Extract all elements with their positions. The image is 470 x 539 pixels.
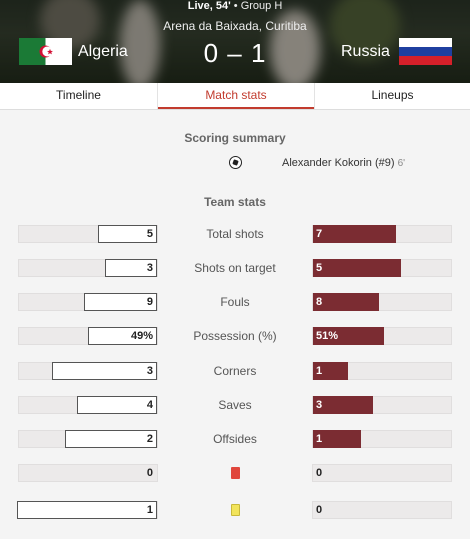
home-stat-track: 49% (18, 327, 158, 345)
away-stat-bar: 1 (313, 362, 348, 380)
soccer-ball-icon (229, 156, 242, 169)
home-stat-value: 0 (146, 467, 153, 479)
away-stat-track: 7 (312, 225, 452, 243)
goal-minute: 6' (397, 158, 406, 169)
stat-label: Saves (218, 398, 252, 412)
stat-row: 49% Possession (%) 51% (0, 326, 470, 346)
goal-scorer[interactable]: Alexander Kokorin (#9) 6' (282, 157, 405, 169)
away-stat-value: 0 (316, 504, 323, 516)
away-stat-track: 1 (312, 362, 452, 380)
away-stat-value: 0 (316, 467, 323, 479)
tab-bar: Timeline Match stats Lineups (0, 83, 470, 110)
home-stat-bar: 9 (84, 293, 157, 311)
away-stat-track: 3 (312, 396, 452, 414)
stat-row: 3 Shots on target 5 (0, 258, 470, 278)
group-label: Group H (240, 0, 283, 12)
away-stat-bar: 8 (313, 293, 379, 311)
team-stats-title: Team stats (204, 195, 266, 209)
russia-flag-icon (399, 38, 452, 65)
scorer-name: Alexander Kokorin (#9) (282, 157, 395, 169)
away-stat-bar: 5 (313, 259, 401, 277)
stat-label: Total shots (206, 227, 264, 241)
stat-label: Possession (%) (193, 329, 277, 343)
stat-row: 10 (0, 500, 470, 520)
home-stat-track: 2 (18, 430, 158, 448)
home-stat-bar: 4 (77, 396, 157, 414)
away-stat-track: 8 (312, 293, 452, 311)
stat-row: 9 Fouls 8 (0, 292, 470, 312)
red-card-icon (231, 467, 240, 479)
stat-label: Corners (213, 364, 257, 378)
home-stat-track: 3 (18, 259, 158, 277)
away-stat-track: 5 (312, 259, 452, 277)
stat-row: 3 Corners 1 (0, 361, 470, 381)
away-team-name[interactable]: Russia (341, 43, 390, 61)
stat-row: 4 Saves 3 (0, 395, 470, 415)
goal-entry: Alexander Kokorin (#9) 6' (0, 156, 470, 172)
away-stat-bar: 7 (313, 225, 396, 243)
match-status: Live, 54' • Group H (0, 0, 470, 13)
home-stat-track: 5 (18, 225, 158, 243)
tab-lineups[interactable]: Lineups (315, 83, 470, 109)
stat-row: 00 (0, 463, 470, 483)
home-stat-bar: 5 (98, 225, 157, 243)
home-stat-track: 9 (18, 293, 158, 311)
home-stat-bar: 3 (105, 259, 157, 277)
scoring-summary-title: Scoring summary (184, 131, 286, 145)
tab-match-stats[interactable]: Match stats (158, 83, 314, 109)
home-stat-track: 1 (17, 501, 158, 519)
home-stat-bar: 3 (52, 362, 157, 380)
away-stat-track: 0 (312, 464, 452, 482)
stat-label: Offsides (213, 432, 257, 446)
yellow-card-icon (231, 504, 240, 516)
away-stat-bar: 3 (313, 396, 373, 414)
home-stat-track: 3 (18, 362, 158, 380)
tab-timeline[interactable]: Timeline (0, 83, 157, 109)
home-stat-bar: 1 (17, 501, 157, 519)
stat-label: Fouls (220, 295, 250, 309)
home-stat-bar: 2 (65, 430, 157, 448)
away-stat-bar: 1 (313, 430, 361, 448)
home-stat-bar: 49% (88, 327, 157, 345)
away-stat-track: 51% (312, 327, 452, 345)
stat-row: 2 Offsides 1 (0, 429, 470, 449)
away-stat-bar: 51% (313, 327, 384, 345)
match-header: Live, 54' • Group H Arena da Baixada, Cu… (0, 0, 470, 83)
venue: Arena da Baixada, Curitiba (163, 19, 307, 33)
stat-label: Shots on target (194, 261, 276, 275)
home-stat-track: 0 (18, 464, 158, 482)
live-minute: Live, 54' (187, 0, 231, 12)
away-stat-track: 0 (312, 501, 452, 519)
stat-row: 5 Total shots 7 (0, 224, 470, 244)
status-separator: • (230, 0, 241, 12)
away-stat-track: 1 (312, 430, 452, 448)
home-stat-track: 4 (18, 396, 158, 414)
